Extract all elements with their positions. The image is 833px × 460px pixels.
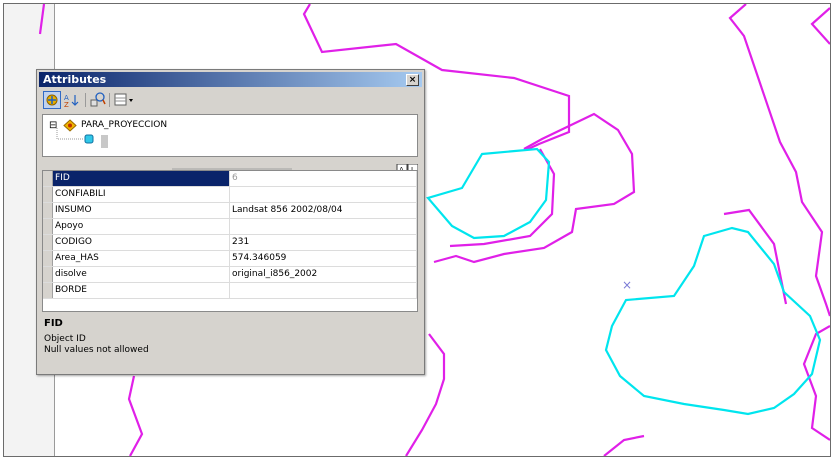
attributes-titlebar[interactable]: Attributes ×: [39, 72, 422, 87]
polygon-right-mid: [723, 208, 788, 305]
field-name-cell[interactable]: BORDE: [52, 282, 230, 299]
tree-connector: [56, 128, 94, 144]
field-value-cell[interactable]: 574.346059: [229, 250, 417, 267]
attribute-row[interactable]: Apoyo: [43, 218, 417, 235]
field-value-cell[interactable]: 231: [229, 234, 417, 251]
attribute-grid[interactable]: FID 6 CONFIABILI INSUMO Landsat 856 2002/08/…: [42, 170, 418, 312]
attribute-row[interactable]: CONFIABILI: [43, 186, 417, 203]
attribute-table: FID 6 CONFIABILI INSUMO Landsat 856 2002/08/…: [43, 171, 417, 299]
field-description: FID Object ID Null values not allowed: [42, 318, 418, 368]
polygon-right-lower: [802, 325, 830, 441]
description-line: Null values not allowed: [44, 345, 149, 355]
attribute-row[interactable]: INSUMO Landsat 856 2002/08/04: [43, 202, 417, 219]
attribute-row[interactable]: Area_HAS 574.346059: [43, 250, 417, 267]
list-by-layer-button[interactable]: [43, 91, 61, 109]
field-value-cell[interactable]: original_i856_2002: [229, 266, 417, 283]
field-value-cell[interactable]: 6: [229, 171, 417, 187]
field-value-cell[interactable]: [229, 282, 417, 299]
field-name-cell[interactable]: Area_HAS: [52, 250, 230, 267]
feature-value-item[interactable]: [101, 135, 108, 148]
sort-button[interactable]: A Z: [63, 91, 81, 109]
close-button[interactable]: ×: [406, 74, 419, 86]
row-header: [43, 171, 53, 187]
polygon-center-loop: [433, 112, 636, 264]
description-line: Object ID: [44, 334, 86, 344]
svg-text:Z: Z: [64, 101, 69, 109]
map-cursor: ×: [622, 278, 632, 292]
field-name-cell[interactable]: Apoyo: [52, 218, 230, 235]
field-name-cell[interactable]: CODIGO: [52, 234, 230, 251]
sort-icon: A Z: [64, 94, 79, 109]
options-button[interactable]: [89, 91, 107, 109]
field-value-cell[interactable]: Landsat 856 2002/08/04: [229, 202, 417, 219]
row-header: [43, 266, 53, 283]
attributes-window[interactable]: Attributes × A Z ⊟ PARA_PROYECCION FID 6…: [36, 69, 425, 375]
row-header: [43, 186, 53, 203]
table-options-icon: [114, 93, 133, 106]
row-header: [43, 234, 53, 251]
polygon-lower-center: [603, 434, 645, 456]
field-value-cell[interactable]: [229, 218, 417, 235]
row-header: [43, 282, 53, 299]
field-name-cell[interactable]: FID: [52, 171, 230, 187]
attributes-toolbar: A Z: [41, 90, 241, 110]
attribute-row[interactable]: FID 6: [43, 171, 417, 187]
polygon-bottom-left: [127, 375, 144, 456]
feature-tree[interactable]: ⊟ PARA_PROYECCION: [42, 114, 418, 157]
polygon-right-strip-inner: [810, 7, 830, 45]
polygon-top-left: [38, 4, 46, 35]
toolbar-separator: [85, 93, 86, 107]
selected-polygon-right: [604, 226, 822, 416]
row-header: [43, 250, 53, 267]
field-name-cell[interactable]: CONFIABILI: [52, 186, 230, 203]
field-name-cell[interactable]: disolve: [52, 266, 230, 283]
row-header: [43, 218, 53, 235]
attribute-row[interactable]: disolve original_i856_2002: [43, 266, 417, 283]
row-header: [43, 202, 53, 219]
description-title: FID: [44, 318, 63, 329]
polygon-center-inner: [449, 148, 556, 248]
field-name-cell[interactable]: INSUMO: [52, 202, 230, 219]
attribute-row[interactable]: BORDE: [43, 282, 417, 299]
options-icon: [90, 92, 106, 107]
list-by-layer-icon: [46, 94, 58, 106]
close-icon: ×: [408, 75, 417, 85]
attribute-row[interactable]: CODIGO 231: [43, 234, 417, 251]
selected-polygon-left: [426, 147, 551, 240]
toolbar-separator: [109, 93, 110, 107]
field-value-cell[interactable]: [229, 186, 417, 203]
panel-splitter[interactable]: A I: [42, 159, 419, 174]
table-options-button[interactable]: [113, 91, 133, 109]
window-title: Attributes: [43, 73, 107, 86]
